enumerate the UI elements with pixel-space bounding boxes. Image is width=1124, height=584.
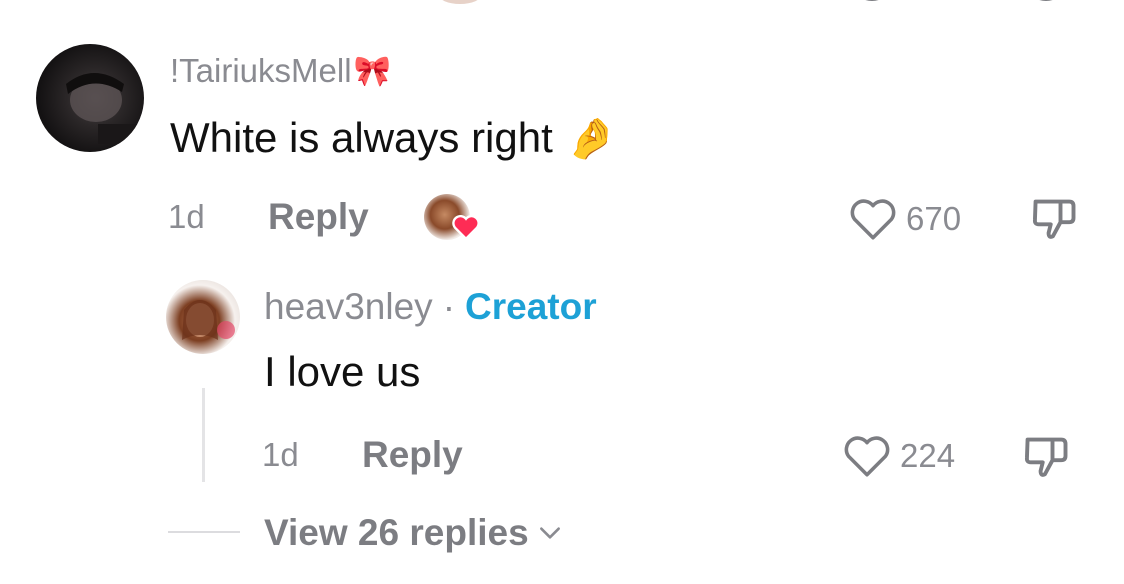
comment-text-row: White is always right 🤌 bbox=[170, 110, 617, 166]
view-replies-button[interactable]: View 26 replies bbox=[264, 510, 563, 556]
reply-button[interactable]: Reply bbox=[268, 196, 369, 238]
heart-outline-icon bbox=[850, 199, 896, 240]
creator-username[interactable]: heav3nley bbox=[264, 286, 433, 328]
thumbs-down-icon bbox=[1032, 199, 1076, 239]
dislike-button[interactable] bbox=[1028, 194, 1080, 246]
comment-text: White is always right bbox=[170, 114, 553, 161]
heart-filled-icon bbox=[452, 214, 480, 240]
creator-badge: Creator bbox=[465, 286, 597, 327]
reply-dislike-button[interactable] bbox=[1020, 432, 1072, 484]
commenter-username[interactable]: !TairiuksMell bbox=[170, 52, 352, 90]
commenter-avatar[interactable] bbox=[36, 44, 144, 152]
commenter-username-row: !TairiuksMell 🎀 bbox=[170, 48, 391, 94]
view-replies-divider bbox=[168, 531, 240, 533]
like-button[interactable]: 670 bbox=[848, 195, 961, 243]
cropped-icon-remnant bbox=[852, 0, 892, 6]
bow-emoji-icon: 🎀 bbox=[353, 54, 391, 88]
reply-time: 1d bbox=[262, 436, 299, 473]
creator-username-row: heav3nley · Creator bbox=[264, 284, 597, 330]
creator-avatar-photo bbox=[182, 300, 235, 340]
reply-text: I love us bbox=[264, 348, 421, 395]
comment-time: 1d bbox=[168, 198, 205, 235]
cropped-icon-remnant-2 bbox=[1026, 0, 1066, 6]
creator-liked-indicator bbox=[424, 194, 482, 244]
cropped-avatar-remnant bbox=[442, 0, 478, 4]
cropped-text-remnant bbox=[320, 0, 390, 4]
chevron-down-icon bbox=[539, 527, 560, 539]
username-separator: · bbox=[442, 286, 456, 327]
cropped-previous-row bbox=[430, 0, 490, 6]
reply-reply-button[interactable]: Reply bbox=[362, 434, 463, 476]
avatar-photo bbox=[66, 73, 138, 144]
thread-line bbox=[202, 388, 205, 482]
reply-like-button[interactable]: 224 bbox=[842, 432, 955, 480]
view-replies-label: View 26 replies bbox=[264, 512, 529, 553]
like-count: 670 bbox=[906, 200, 962, 237]
thumbs-down-icon bbox=[1024, 437, 1068, 477]
reply-like-count: 224 bbox=[900, 437, 956, 474]
heart-outline-icon bbox=[844, 436, 890, 477]
creator-avatar[interactable] bbox=[166, 280, 240, 354]
pinched-fingers-emoji-icon: 🤌 bbox=[566, 116, 617, 161]
